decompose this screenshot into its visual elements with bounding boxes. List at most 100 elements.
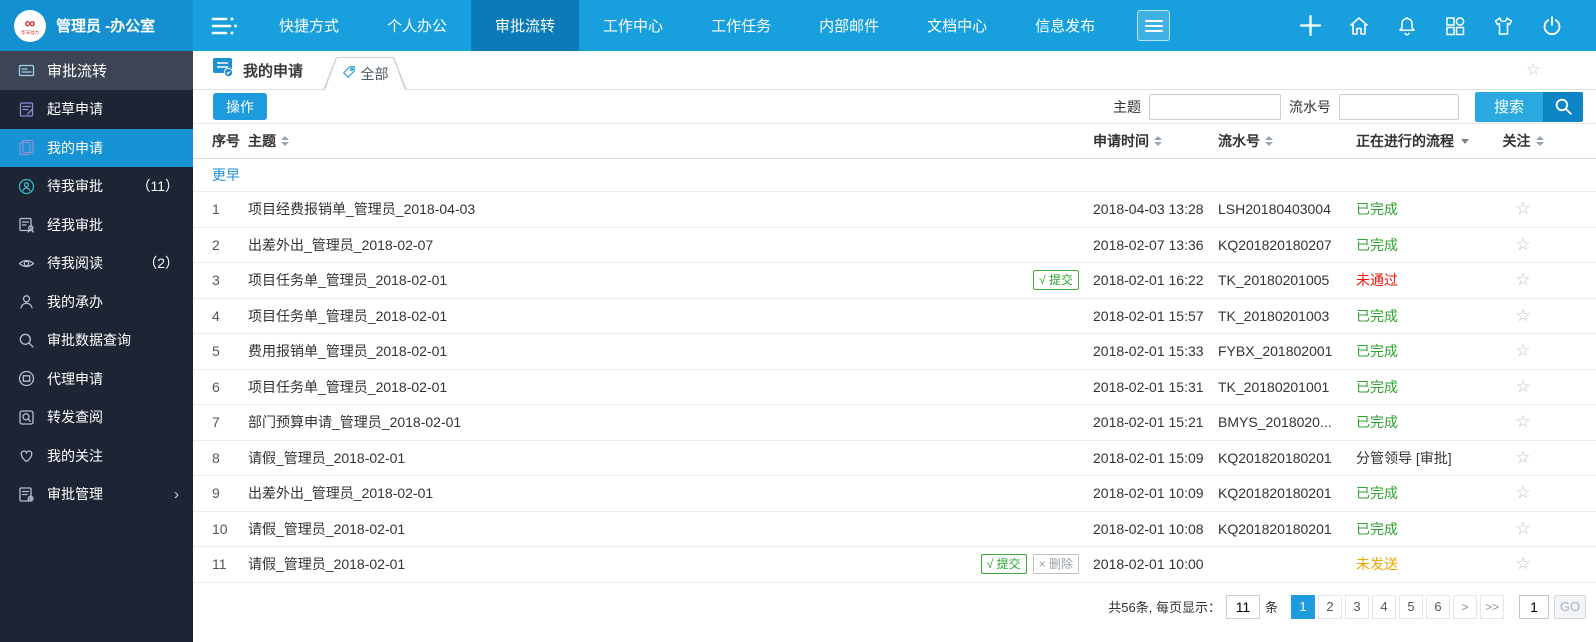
page-button-5[interactable]: 5	[1398, 594, 1423, 619]
follow-star-icon[interactable]: ☆	[1515, 519, 1530, 538]
undertake-icon	[18, 293, 35, 310]
page-size-input[interactable]	[1225, 594, 1260, 619]
sidebar-item-我的承办[interactable]: 我的承办	[0, 283, 193, 322]
column-header-流水号[interactable]: 流水号	[1218, 131, 1356, 151]
nav-item-个人办公[interactable]: 个人办公	[363, 0, 471, 51]
more-menu-icon[interactable]	[1137, 10, 1171, 41]
column-header-申请时间[interactable]: 申请时间	[1093, 131, 1218, 151]
column-label: 流水号	[1218, 133, 1260, 149]
nav-item-工作任务[interactable]: 工作任务	[687, 0, 795, 51]
serial-number: KQ201820180207	[1218, 236, 1332, 253]
page-button-2[interactable]: 2	[1317, 594, 1342, 619]
page-button-4[interactable]: 4	[1371, 594, 1396, 619]
column-label: 主题	[248, 133, 276, 149]
table-row: 5 费用报销单_管理员_2018-02-01 2018-02-01 15:33 FYB…	[193, 334, 1596, 370]
earlier-link[interactable]: 更早	[212, 165, 240, 185]
subject-link[interactable]: 请假_管理员_2018-02-01	[248, 554, 405, 574]
serial-number: KQ201820180201	[1218, 520, 1332, 537]
sidebar-item-审批数据查询[interactable]: 审批数据查询	[0, 321, 193, 360]
page-button-1[interactable]: 1	[1290, 594, 1315, 619]
flow-status: 已完成	[1356, 485, 1398, 502]
sidebar-item-label: 代理申请	[47, 370, 103, 387]
serial-input[interactable]	[1338, 93, 1459, 120]
search-button-label: 搜索	[1474, 91, 1543, 122]
nav-item-文档中心[interactable]: 文档中心	[903, 0, 1011, 51]
operate-button[interactable]: 操作	[213, 93, 267, 120]
subject-link[interactable]: 项目任务单_管理员_2018-02-01	[248, 270, 447, 290]
subject-link[interactable]: 请假_管理员_2018-02-01	[248, 448, 405, 468]
nav-item-快捷方式[interactable]: 快捷方式	[255, 0, 363, 51]
subject-link[interactable]: 请假_管理员_2018-02-01	[248, 519, 405, 539]
apps-icon[interactable]	[1444, 15, 1466, 37]
nav-item-信息发布[interactable]: 信息发布	[1011, 0, 1119, 51]
column-header-主题[interactable]: 主题	[248, 131, 1093, 151]
power-icon[interactable]	[1541, 15, 1563, 37]
next-page-button[interactable]: >	[1452, 594, 1477, 619]
follow-star-icon[interactable]: ☆	[1515, 448, 1530, 467]
go-button[interactable]: GO	[1554, 594, 1586, 619]
submit-badge-button[interactable]: √ 提交	[980, 554, 1027, 575]
subject-input[interactable]	[1148, 93, 1281, 120]
follow-star-icon[interactable]: ☆	[1515, 270, 1530, 289]
flow-status: 已完成	[1356, 201, 1398, 218]
sidebar-item-经我审批[interactable]: 经我审批	[0, 206, 193, 245]
nav-item-审批流转[interactable]: 审批流转	[471, 0, 580, 51]
follow-star-icon[interactable]: ☆	[1515, 341, 1530, 360]
table-header: 序号 主题 申请时间 流水号 正在进行的流程 关注	[193, 124, 1596, 159]
goto-page-input[interactable]	[1519, 594, 1549, 619]
column-header-正在进行的流程[interactable]: 正在进行的流程	[1356, 131, 1493, 151]
follow-star-icon[interactable]: ☆	[1515, 377, 1530, 396]
home-icon[interactable]	[1348, 15, 1370, 37]
last-page-button[interactable]: >>	[1479, 594, 1504, 619]
follow-star-icon[interactable]: ☆	[1515, 199, 1530, 218]
row-number: 1	[212, 201, 220, 218]
company-logo-icon[interactable]: ∞ 华天动力	[14, 9, 46, 42]
subject-link[interactable]: 项目任务单_管理员_2018-02-01	[248, 306, 447, 326]
delete-badge-button[interactable]: × 删除	[1032, 554, 1079, 575]
serial-label: 流水号	[1288, 98, 1331, 115]
follow-star-icon[interactable]: ☆	[1515, 412, 1530, 431]
sidebar-item-label: 我的关注	[47, 447, 103, 464]
follow-star-icon[interactable]: ☆	[1515, 483, 1530, 502]
theme-icon[interactable]	[1492, 15, 1515, 37]
approved-icon	[18, 216, 35, 233]
my-apply-icon	[18, 139, 35, 156]
sidebar-item-待我审批[interactable]: 待我审批 （11）	[0, 167, 193, 206]
follow-star-icon[interactable]: ☆	[1515, 235, 1530, 254]
follow-star-icon[interactable]: ☆	[1515, 554, 1530, 573]
subject-link[interactable]: 项目经费报销单_管理员_2018-04-03	[248, 199, 475, 219]
topbar: ∞ 华天动力 管理员 -办公室 快捷方式 个人办公 审批流转 工作中心 工作任务 内部邮件…	[0, 0, 1596, 51]
sidebar-item-我的关注[interactable]: 我的关注	[0, 437, 193, 476]
subject-link[interactable]: 出差外出_管理员_2018-02-07	[248, 235, 433, 255]
sidebar-item-我的申请[interactable]: 我的申请	[0, 128, 193, 167]
page-button-3[interactable]: 3	[1344, 594, 1369, 619]
flow-status: 已完成	[1356, 378, 1398, 395]
sidebar-item-转发查阅[interactable]: 转发查阅	[0, 398, 193, 437]
flow-status: 未通过	[1356, 272, 1398, 289]
apply-time: 2018-02-07 13:36	[1093, 236, 1204, 253]
nav-item-工作中心[interactable]: 工作中心	[579, 0, 687, 51]
menu-collapse-icon[interactable]	[193, 0, 255, 51]
tab-all[interactable]: 全部	[323, 57, 407, 90]
submit-badge-button[interactable]: √ 提交	[1033, 270, 1079, 291]
subject-link[interactable]: 项目任务单_管理员_2018-02-01	[248, 377, 447, 397]
bell-icon[interactable]	[1396, 15, 1418, 37]
subject-link[interactable]: 部门预算申请_管理员_2018-02-01	[248, 412, 461, 432]
follow-star-icon[interactable]: ☆	[1515, 306, 1530, 325]
filter-caret-icon	[1461, 138, 1469, 144]
sidebar-item-待我阅读[interactable]: 待我阅读 （2）	[0, 244, 193, 283]
plus-icon[interactable]	[1299, 14, 1322, 37]
favorite-page-star-icon[interactable]: ☆	[1526, 60, 1541, 80]
sidebar-item-代理申请[interactable]: 代理申请	[0, 360, 193, 399]
subject-link[interactable]: 费用报销单_管理员_2018-02-01	[248, 341, 447, 361]
search-button[interactable]: 搜索	[1474, 91, 1583, 122]
table-row: 11 请假_管理员_2018-02-01 √ 提交 × 删除 2018-02-01 10…	[193, 547, 1596, 583]
sidebar-item-审批管理[interactable]: 审批管理 ›	[0, 475, 193, 514]
subject-link[interactable]: 出差外出_管理员_2018-02-01	[248, 483, 433, 503]
nav-item-内部邮件[interactable]: 内部邮件	[795, 0, 903, 51]
page-button-6[interactable]: 6	[1425, 594, 1450, 619]
sidebar-item-起草申请[interactable]: 起草申请	[0, 90, 193, 129]
apply-time: 2018-02-01 10:08	[1093, 520, 1204, 537]
flow-status: 已完成	[1356, 343, 1398, 360]
column-header-关注[interactable]: 关注	[1493, 131, 1553, 151]
